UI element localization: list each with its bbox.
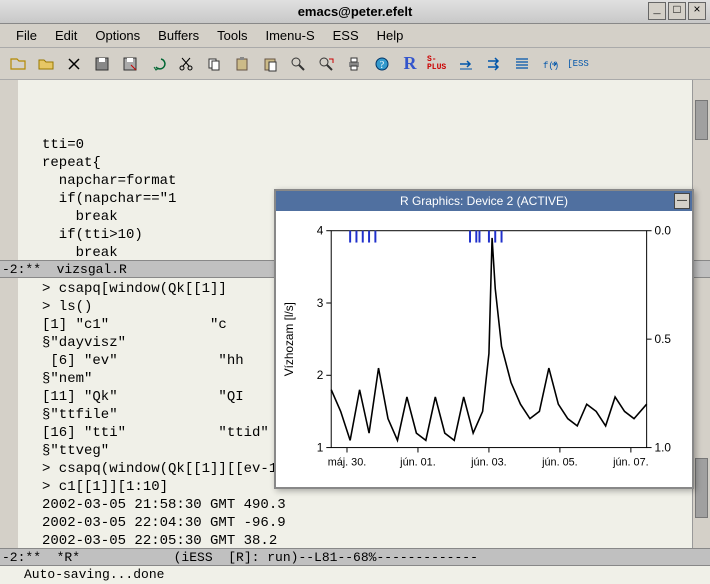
svg-text:jún. 01.: jún. 01. — [399, 456, 436, 468]
open-file-icon[interactable] — [6, 52, 30, 76]
undo-icon[interactable] — [146, 52, 170, 76]
cut-icon[interactable] — [174, 52, 198, 76]
lines-icon[interactable] — [510, 52, 534, 76]
eval-function-icon[interactable]: f() — [538, 52, 562, 76]
eval-region-icon[interactable] — [482, 52, 506, 76]
repl-line: 2002-03-05 21:58:30 GMT 490.3 — [42, 496, 706, 514]
modeline-r[interactable]: -2:** *R* (iESS [R]: run)--L81--68%-----… — [0, 548, 710, 566]
replace-icon[interactable] — [314, 52, 338, 76]
svg-text:3: 3 — [317, 296, 324, 310]
r-graphics-window[interactable]: R Graphics: Device 2 (ACTIVE) — 1 2 3 4 0.0 0… — [274, 189, 694, 489]
code-line: repeat{ — [42, 154, 706, 172]
repl-line: 2002-03-05 22:05:30 GMT 38.2 — [42, 532, 706, 548]
svg-text:0.5: 0.5 — [655, 332, 672, 346]
r-icon[interactable]: R — [398, 52, 422, 76]
paste2-icon[interactable] — [258, 52, 282, 76]
svg-text:jún. 07.: jún. 07. — [612, 456, 649, 468]
find-icon[interactable] — [286, 52, 310, 76]
menu-options[interactable]: Options — [87, 26, 148, 45]
menu-ess[interactable]: ESS — [325, 26, 367, 45]
r-graphics-titlebar[interactable]: R Graphics: Device 2 (ACTIVE) — — [276, 191, 692, 211]
toolbar: ? R S-PLUS f() [ESS — [0, 48, 710, 80]
window-titlebar: emacs@peter.efelt _ □ × — [0, 0, 710, 24]
svg-text:0.0: 0.0 — [655, 224, 672, 238]
copy-icon[interactable] — [202, 52, 226, 76]
menubar: File Edit Options Buffers Tools Imenu-S … — [0, 24, 710, 48]
eval-line-icon[interactable] — [454, 52, 478, 76]
window-controls: _ □ × — [648, 2, 706, 20]
r-graphics-plot-area: 1 2 3 4 0.0 0.5 1.0 máj. 30. jún. 01. jún. 03. jún… — [276, 211, 692, 487]
splus-icon[interactable]: S-PLUS — [426, 52, 450, 76]
svg-text:4: 4 — [317, 224, 324, 238]
ess-icon[interactable]: [ESS — [566, 52, 590, 76]
fringe-marker-icon — [2, 82, 14, 94]
svg-text:jún. 03.: jún. 03. — [470, 456, 507, 468]
editor-area: tti=0repeat{ napchar=format if(napchar==… — [0, 80, 710, 580]
help-icon[interactable]: ? — [370, 52, 394, 76]
svg-text:máj. 30.: máj. 30. — [328, 456, 367, 468]
save-as-icon[interactable] — [118, 52, 142, 76]
minimize-button[interactable]: _ — [648, 2, 666, 20]
menu-file[interactable]: File — [8, 26, 45, 45]
menu-tools[interactable]: Tools — [209, 26, 255, 45]
svg-text:1.0: 1.0 — [655, 441, 672, 455]
folder-icon[interactable] — [34, 52, 58, 76]
scrollbar-top[interactable] — [692, 80, 710, 260]
svg-text:jún. 05.: jún. 05. — [541, 456, 578, 468]
code-line: tti=0 — [42, 136, 706, 154]
r-graphics-title: R Graphics: Device 2 (ACTIVE) — [400, 194, 568, 208]
repl-line: 2002-03-05 22:04:30 GMT -96.9 — [42, 514, 706, 532]
scrollbar-bottom[interactable] — [692, 278, 710, 548]
paste-icon[interactable] — [230, 52, 254, 76]
svg-text:2: 2 — [317, 368, 324, 382]
menu-edit[interactable]: Edit — [47, 26, 85, 45]
svg-text:?: ? — [380, 60, 385, 71]
save-icon[interactable] — [90, 52, 114, 76]
menu-imenu-s[interactable]: Imenu-S — [257, 26, 322, 45]
close-button[interactable]: × — [688, 2, 706, 20]
svg-text:1: 1 — [317, 441, 324, 455]
svg-text:f(): f() — [543, 61, 558, 71]
minibuffer[interactable]: Auto-saving...done — [0, 566, 710, 584]
close-icon[interactable] — [62, 52, 86, 76]
menu-help[interactable]: Help — [369, 26, 412, 45]
print-icon[interactable] — [342, 52, 366, 76]
menu-buffers[interactable]: Buffers — [150, 26, 207, 45]
r-graphics-close-icon[interactable]: — — [674, 193, 690, 209]
svg-text:Vízhozam [l/s]: Vízhozam [l/s] — [282, 302, 296, 376]
maximize-button[interactable]: □ — [668, 2, 686, 20]
window-title: emacs@peter.efelt — [298, 4, 413, 19]
code-line: napchar=format — [42, 172, 706, 190]
